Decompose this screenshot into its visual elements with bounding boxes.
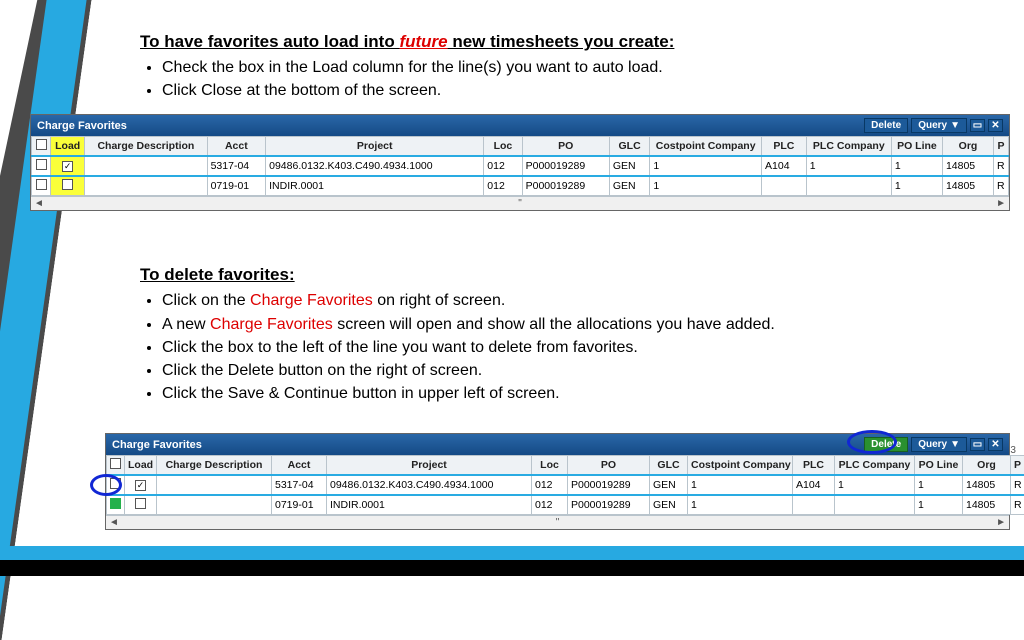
column-header: P <box>994 137 1009 157</box>
column-header: GLC <box>609 137 649 157</box>
column-header <box>107 456 125 476</box>
column-header: Costpoint Company <box>688 456 793 476</box>
column-header: Charge Description <box>157 456 272 476</box>
table-row[interactable]: 0719-01INDIR.0001012P000019289GEN1114805… <box>32 176 1009 196</box>
column-header: Acct <box>272 456 327 476</box>
column-header: PO <box>568 456 650 476</box>
column-header: Project <box>327 456 532 476</box>
row-select-checkbox[interactable] <box>110 478 121 489</box>
load-checkbox[interactable] <box>62 179 73 190</box>
heading-delete: To delete favorites: <box>140 233 994 285</box>
column-header: PLC Company <box>806 137 891 157</box>
column-header: Project <box>266 137 484 157</box>
load-checkbox[interactable] <box>135 498 146 509</box>
row-select-checkbox[interactable] <box>36 179 47 190</box>
query-button[interactable]: Query ▼ <box>911 118 967 133</box>
column-header: Loc <box>532 456 568 476</box>
delete-bullets: Click on the Charge Favorites on right o… <box>162 289 994 405</box>
column-header: PLC Company <box>835 456 915 476</box>
column-header: PLC <box>793 456 835 476</box>
table-row[interactable]: ✓5317-0409486.0132.K403.C490.4934.100001… <box>32 156 1009 176</box>
column-header: Org <box>963 456 1011 476</box>
column-header: PLC <box>762 137 807 157</box>
autoload-bullets: Check the box in the Load column for the… <box>162 56 994 102</box>
row-select-checkbox[interactable] <box>110 498 121 509</box>
column-header: Org <box>942 137 993 157</box>
column-header: PO Line <box>891 137 942 157</box>
column-header: PO Line <box>915 456 963 476</box>
list-item: Click the Save & Continue button in uppe… <box>162 382 994 405</box>
charge-favorites-window-2: Charge Favorites Delete Query ▼ ▭ ✕ Load… <box>105 433 1010 530</box>
column-header: Load <box>51 137 85 157</box>
list-item: Click Close at the bottom of the screen. <box>162 79 994 102</box>
list-item: A new Charge Favorites screen will open … <box>162 313 994 336</box>
column-header: GLC <box>650 456 688 476</box>
list-item: Check the box in the Load column for the… <box>162 56 994 79</box>
column-header: Load <box>125 456 157 476</box>
list-item: Click on the Charge Favorites on right o… <box>162 289 994 312</box>
horizontal-scrollbar[interactable]: ◄"► <box>106 515 1009 529</box>
window-title: Charge Favorites <box>37 120 127 132</box>
list-item: Click the box to the left of the line yo… <box>162 336 994 359</box>
delete-button-highlighted[interactable]: Delete <box>864 437 908 452</box>
column-header: Costpoint Company <box>650 137 762 157</box>
load-checkbox[interactable]: ✓ <box>62 161 73 172</box>
table-row[interactable]: 0719-01INDIR.0001012P000019289GEN1114805… <box>107 495 1024 515</box>
table-row[interactable]: ✓5317-0409486.0132.K403.C490.4934.100001… <box>107 475 1024 495</box>
window-title: Charge Favorites <box>112 439 202 451</box>
load-checkbox[interactable]: ✓ <box>135 480 146 491</box>
minimize-icon[interactable]: ▭ <box>970 119 985 132</box>
delete-button[interactable]: Delete <box>864 118 908 133</box>
select-all-checkbox[interactable] <box>110 458 121 469</box>
column-header: Loc <box>484 137 522 157</box>
column-header: PO <box>522 137 609 157</box>
column-header: Charge Description <box>85 137 207 157</box>
column-header: P <box>1011 456 1024 476</box>
select-all-checkbox[interactable] <box>36 139 47 150</box>
close-icon[interactable]: ✕ <box>988 438 1003 451</box>
list-item: Click the Delete button on the right of … <box>162 359 994 382</box>
query-button[interactable]: Query ▼ <box>911 437 967 452</box>
close-icon[interactable]: ✕ <box>988 119 1003 132</box>
heading-autoload: To have favorites auto load into future … <box>140 0 994 52</box>
charge-favorites-window-1: Charge Favorites Delete Query ▼ ▭ ✕ Load… <box>30 114 1010 211</box>
column-header <box>32 137 51 157</box>
row-select-checkbox[interactable] <box>36 159 47 170</box>
column-header: Acct <box>207 137 266 157</box>
minimize-icon[interactable]: ▭ <box>970 438 985 451</box>
horizontal-scrollbar[interactable]: ◄"► <box>31 196 1009 210</box>
